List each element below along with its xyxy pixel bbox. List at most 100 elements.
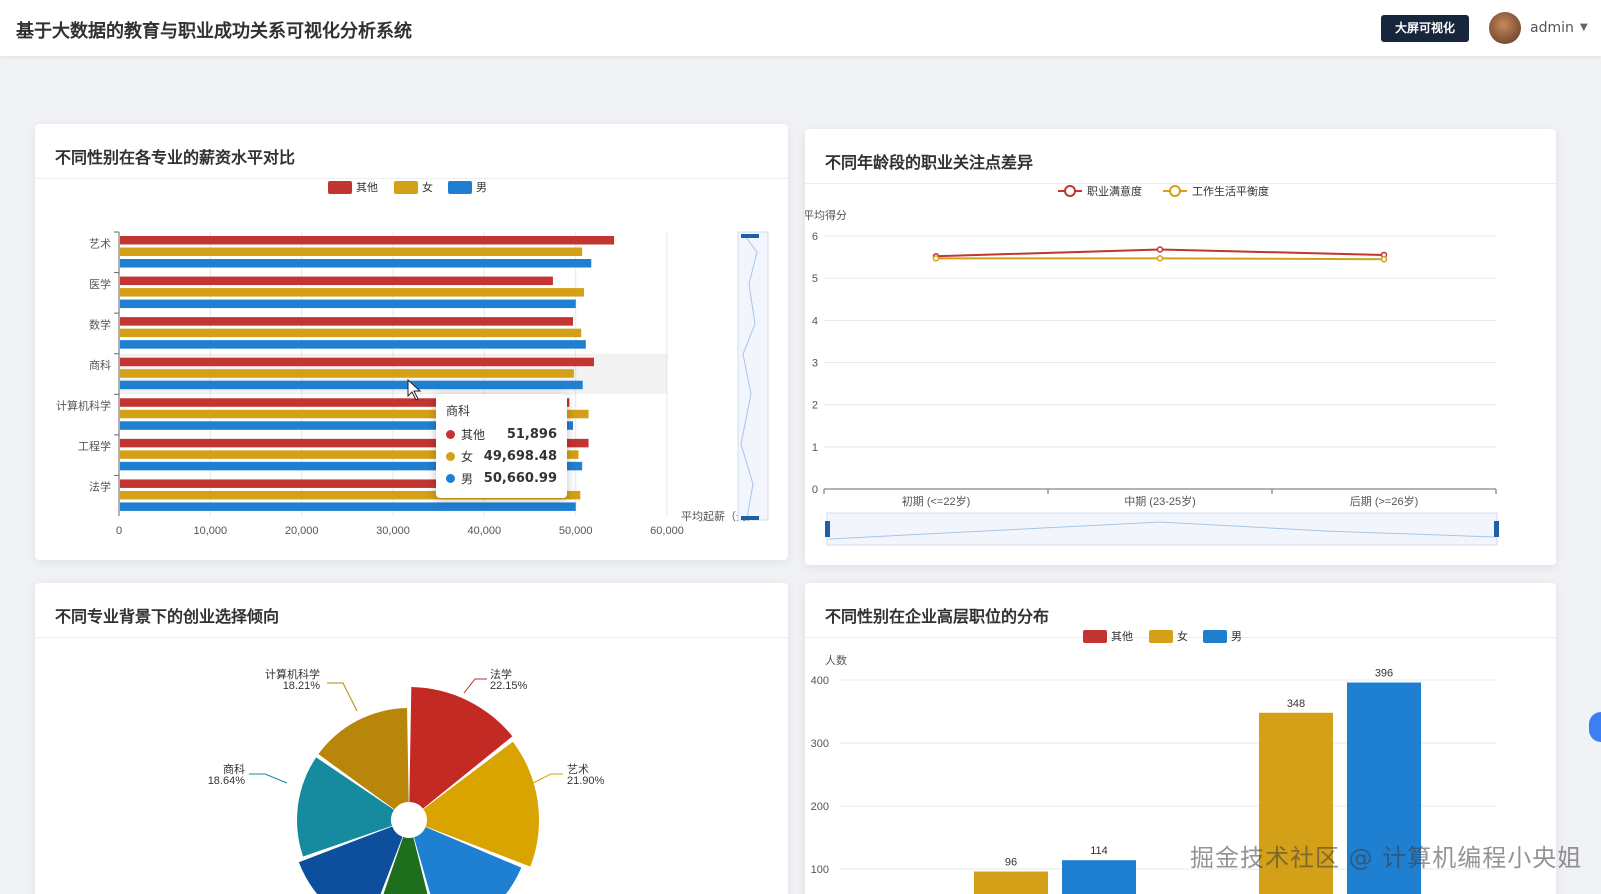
bar-value-label: 348 (1287, 698, 1305, 710)
y-tick-label: 300 (811, 738, 829, 750)
x-tick-label: 40,000 (468, 525, 502, 537)
y-tick-label: 3 (812, 358, 818, 370)
y-tick-label: 400 (811, 675, 829, 687)
y-tick-label: 商科 (89, 358, 111, 372)
y-tick-label: 医学 (89, 277, 111, 291)
legend-swatch (1203, 630, 1227, 643)
y-tick-label: 4 (812, 315, 818, 327)
x-tick-label: 60,000 (650, 525, 684, 537)
pie-label-percent: 18.21% (283, 680, 321, 692)
data-zoom-handle-top (741, 234, 759, 238)
pie-label-percent: 21.90% (567, 775, 605, 787)
legend-label: 其他 (1111, 630, 1133, 643)
y-tick-label: 数学 (89, 317, 111, 331)
x-tick-label: 10,000 (194, 525, 228, 537)
data-point (1156, 246, 1164, 253)
tooltip-series-value: 50,660.99 (483, 470, 557, 486)
bar (120, 288, 584, 297)
pie-label-percent: 22.15% (490, 680, 528, 692)
tooltip-series-name: 男 (461, 471, 474, 486)
age-chart: 职业满意度 工作生活平衡度平均得分 0 1 2 3 4 5 6 初期 (<=22岁) 中期 (23-… (805, 184, 1499, 546)
chevron-down-icon[interactable]: ▼ (1580, 22, 1588, 33)
legend-label: 女 (1177, 629, 1188, 643)
bar-value-label: 114 (1090, 845, 1108, 857)
tooltip-row: 男 50,660.99 (446, 467, 557, 489)
pie-label-percent: 18.64% (208, 775, 246, 787)
data-zoom-handle-left (825, 521, 830, 537)
bar-value-label: 96 (1005, 857, 1017, 869)
y-tick-label: 100 (811, 864, 829, 876)
x-tick-label: 20,000 (285, 525, 319, 537)
x-tick-label: 初期 (<=22岁) (902, 494, 970, 508)
tooltip-series-value: 49,698.48 (483, 448, 557, 464)
bar (120, 357, 594, 367)
big-screen-button[interactable]: 大屏可视化 (1381, 15, 1469, 42)
salary-chart: 其他女男0 10,000 20,000 30,000 40,000 50,000 60,00… (56, 180, 769, 537)
data-zoom-track (737, 231, 769, 521)
bar (974, 871, 1048, 894)
bar (120, 276, 553, 286)
user-name[interactable]: admin (1530, 20, 1574, 36)
app-title: 基于大数据的教育与职业成功关系可视化分析系统 (16, 21, 412, 42)
legend-swatch (1083, 630, 1107, 643)
tooltip-series-name: 女 (461, 449, 474, 464)
legend-marker (1064, 185, 1076, 197)
y-tick-label: 法学 (89, 480, 111, 494)
salary-card: 不同性别在各专业的薪资水平对比 其他女男 0 10,000 20,000 30,000 4… (35, 124, 788, 560)
legend-label: 工作生活平衡度 (1192, 184, 1269, 198)
legend-swatch (1149, 630, 1173, 643)
y-tick-label: 0 (812, 484, 818, 496)
pie-label-line (532, 773, 563, 784)
data-zoom-handle-bottom (741, 516, 759, 520)
y-tick-label: 5 (812, 273, 818, 285)
pie-label-line (463, 678, 487, 694)
y-axis-title: 平均得分 (805, 209, 847, 222)
tooltip-series-value: 51,896 (506, 426, 557, 442)
data-zoom-handle-right (1494, 521, 1499, 537)
tooltip-row: 其他 51,896 (446, 423, 557, 445)
legend-dot-icon (446, 429, 455, 439)
y-tick-label: 1 (812, 442, 818, 454)
data-zoom-track (826, 512, 1498, 546)
age-card: 不同年龄段的职业关注点差异 职业满意度 工作生活平衡度 平均得分 0 1 2 3 4 5 6 初期 … (805, 129, 1556, 565)
floating-action-button[interactable] (1589, 712, 1601, 742)
bar (120, 299, 576, 309)
legend-label: 职业满意度 (1087, 184, 1142, 198)
y-tick-label: 艺术 (89, 237, 111, 250)
legend-dot-icon (446, 451, 455, 461)
y-tick-label: 工程学 (78, 439, 111, 453)
pie-label-line (327, 682, 358, 712)
salary-tooltip: 商科 其他 51,896 女 49,698.48 男 50,660.99 (436, 394, 567, 498)
y-tick-label: 6 (812, 231, 818, 243)
startup-card: 不同专业背景下的创业选择倾向 法学 22.15% 艺术 21.90% 商科 18.64% 计… (35, 583, 788, 894)
pie-label-name: 法学 (490, 667, 512, 681)
tooltip-row: 女 49,698.48 (446, 445, 557, 467)
x-tick-label: 30,000 (376, 525, 410, 537)
bar (120, 247, 583, 256)
legend-swatch (394, 181, 418, 194)
legend-label: 其他 (356, 181, 378, 194)
bar (120, 317, 574, 326)
top-bar: 基于大数据的教育与职业成功关系可视化分析系统 大屏可视化 admin ▼ (0, 0, 1601, 56)
y-tick-label: 计算机科学 (56, 399, 111, 413)
y-tick-label: 200 (811, 801, 829, 813)
bar (120, 380, 583, 390)
y-tick-label: 2 (812, 400, 818, 412)
avatar[interactable] (1489, 12, 1521, 44)
bar (120, 328, 582, 338)
x-tick-label: 后期 (>=26岁) (1350, 494, 1418, 508)
pie-label-line (249, 773, 288, 784)
bar-value-label: 396 (1375, 668, 1393, 680)
x-tick-label: 50,000 (559, 525, 593, 537)
y-axis-title: 人数 (825, 654, 847, 667)
startup-chart: 法学22.15%艺术21.90%商科18.64%计算机科学18.21% (208, 667, 605, 894)
legend-label: 女 (422, 180, 433, 194)
legend-label: 男 (476, 182, 487, 194)
data-point (1156, 255, 1164, 262)
x-tick-label: 0 (116, 525, 122, 537)
bar (120, 236, 615, 245)
legend-swatch (448, 181, 472, 194)
watermark: 掘金技术社区 @ 计算机编程小央姐 (1190, 844, 1583, 872)
bar (120, 502, 576, 511)
legend-swatch (328, 181, 352, 194)
